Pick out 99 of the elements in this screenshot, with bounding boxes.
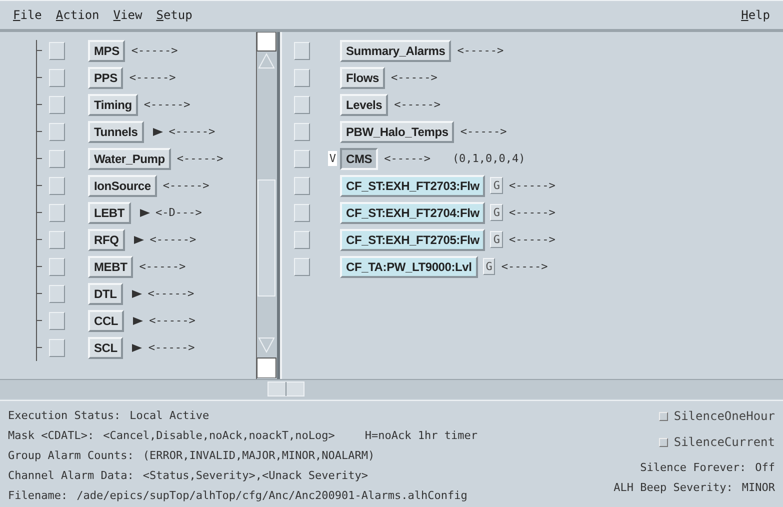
group-button[interactable]: DTL — [88, 282, 123, 304]
mask-text: <-----> — [509, 206, 556, 219]
checkbox[interactable] — [49, 150, 65, 168]
mask-text: <-----> — [168, 125, 216, 138]
mask-text: <-----> — [384, 152, 430, 165]
mask-text: <-----> — [129, 71, 176, 84]
checkbox[interactable] — [49, 68, 65, 86]
checkbox[interactable] — [49, 338, 65, 356]
group-button[interactable]: Tunnels — [88, 120, 144, 142]
guidance-button[interactable]: G — [482, 258, 496, 275]
status-label: Mask <CDATL>: — [8, 428, 94, 442]
group-button[interactable]: Timing — [88, 94, 138, 116]
status-value: MINOR — [742, 480, 775, 494]
menu-item[interactable]: Action — [48, 6, 106, 24]
mask-text: <-----> — [509, 233, 556, 246]
expand-arrow-icon[interactable] — [132, 288, 142, 298]
checkbox[interactable] — [49, 204, 65, 222]
mask-text: <-----> — [460, 125, 507, 138]
mask-text: <-----> — [509, 179, 556, 192]
status-label: Group Alarm Counts: — [8, 448, 134, 462]
group-button[interactable]: CMS — [340, 148, 378, 170]
status-value: Off — [755, 460, 775, 474]
group-button[interactable]: CCL — [88, 310, 124, 332]
toggle-button[interactable]: SilenceCurrent — [658, 433, 775, 451]
channel-button[interactable]: CF_TA:PW_LT9000:Lvl — [340, 256, 478, 278]
mask-text: <-----> — [162, 179, 210, 192]
expand-arrow-icon[interactable] — [134, 234, 144, 244]
menu-item[interactable]: Setup — [149, 6, 200, 24]
mask-text: <-D---> — [156, 206, 202, 219]
group-button[interactable]: Summary_Alarms — [340, 40, 452, 62]
checkbox[interactable] — [294, 230, 310, 248]
mask-text: <-----> — [149, 314, 196, 327]
expand-arrow-icon[interactable] — [133, 316, 144, 326]
channel-button[interactable]: CF_ST:EXH_FT2703:Flw — [340, 174, 486, 196]
expand-arrow-icon[interactable] — [140, 208, 150, 218]
checkbox[interactable] — [49, 42, 65, 60]
channel-button[interactable]: CF_ST:EXH_FT2705:Flw — [340, 228, 486, 250]
status-label: ALH Beep Severity: — [614, 480, 733, 494]
mask-text: <-----> — [148, 287, 194, 300]
group-button[interactable]: MEBT — [88, 256, 134, 278]
status-value: (ERROR,INVALID,MAJOR,MINOR,NOALARM) — [142, 448, 375, 462]
checkbox[interactable] — [294, 176, 310, 194]
status-label: Filename: — [8, 488, 68, 502]
mask-text: <-----> — [150, 233, 196, 246]
mask-text: <-----> — [176, 152, 224, 165]
guidance-button[interactable]: G — [490, 177, 503, 194]
group-button[interactable]: LEBT — [88, 202, 131, 224]
expand-arrow-icon[interactable] — [132, 342, 142, 352]
group-button[interactable]: SCL — [88, 336, 124, 358]
expand-arrow-icon[interactable] — [152, 126, 163, 136]
mask-text: <-----> — [139, 260, 186, 273]
checkbox[interactable] — [294, 122, 310, 140]
group-button[interactable]: IonSource — [88, 174, 157, 196]
group-button[interactable]: Flows — [340, 66, 386, 88]
checkbox[interactable] — [294, 68, 310, 86]
group-button[interactable]: PPS — [88, 66, 124, 88]
guidance-button[interactable]: G — [490, 231, 503, 248]
status-label: Channel Alarm Data: — [8, 468, 134, 482]
checkbox[interactable] — [49, 258, 65, 276]
status-label: Silence Forever: — [640, 460, 746, 474]
mask-text: <-----> — [457, 44, 504, 57]
checkbox[interactable] — [49, 312, 65, 330]
mask-text: <-----> — [148, 341, 195, 354]
group-button[interactable]: RFQ — [88, 228, 125, 250]
mask-text: <-----> — [144, 98, 190, 111]
checkbox[interactable] — [294, 96, 310, 114]
status-value: <Cancel,Disable,noAck,noackT,noLog> — [103, 428, 335, 442]
guidance-button[interactable]: G — [490, 204, 503, 221]
mask-text: <-----> — [131, 44, 178, 57]
status-note: H=noAck 1hr timer — [364, 428, 478, 442]
checkbox[interactable] — [49, 122, 65, 140]
group-button[interactable]: Levels — [340, 94, 388, 116]
mask-text: <-----> — [501, 260, 548, 273]
menu-item[interactable]: View — [106, 6, 150, 24]
checkbox[interactable] — [49, 96, 65, 114]
checkbox[interactable] — [294, 258, 310, 276]
checkbox[interactable] — [294, 150, 310, 168]
horizontal-scrollbar[interactable] — [0, 380, 783, 401]
mask-text: <-----> — [391, 71, 438, 84]
menu-item[interactable]: File — [6, 6, 49, 24]
status-value: /ade/epics/supTop/alhTop/cfg/Anc/Anc200901-Alarms.alhConfig — [76, 488, 468, 502]
flag-text: V — [328, 151, 337, 166]
status-value: <Status,Severity>,<Unack Severity> — [142, 468, 368, 482]
alarm-counts: (0,1,0,0,4) — [452, 152, 526, 165]
toggle-button[interactable]: SilenceOneHour — [658, 407, 775, 425]
checkbox[interactable] — [49, 230, 65, 248]
group-button[interactable]: PBW_Halo_Temps — [340, 120, 454, 142]
status-label: Execution Status: — [8, 408, 121, 422]
channel-button[interactable]: CF_ST:EXH_FT2704:Flw — [340, 202, 486, 224]
menu-item[interactable]: Help — [734, 6, 777, 24]
group-button[interactable]: Water_Pump — [88, 148, 171, 170]
status-value: Local Active — [130, 408, 210, 422]
checkbox[interactable] — [294, 42, 310, 60]
checkbox[interactable] — [294, 204, 310, 222]
group-button[interactable]: MPS — [88, 40, 126, 62]
checkbox[interactable] — [49, 284, 65, 302]
vertical-scrollbar[interactable] — [257, 32, 277, 378]
mask-text: <-----> — [394, 98, 441, 111]
checkbox[interactable] — [49, 176, 65, 194]
